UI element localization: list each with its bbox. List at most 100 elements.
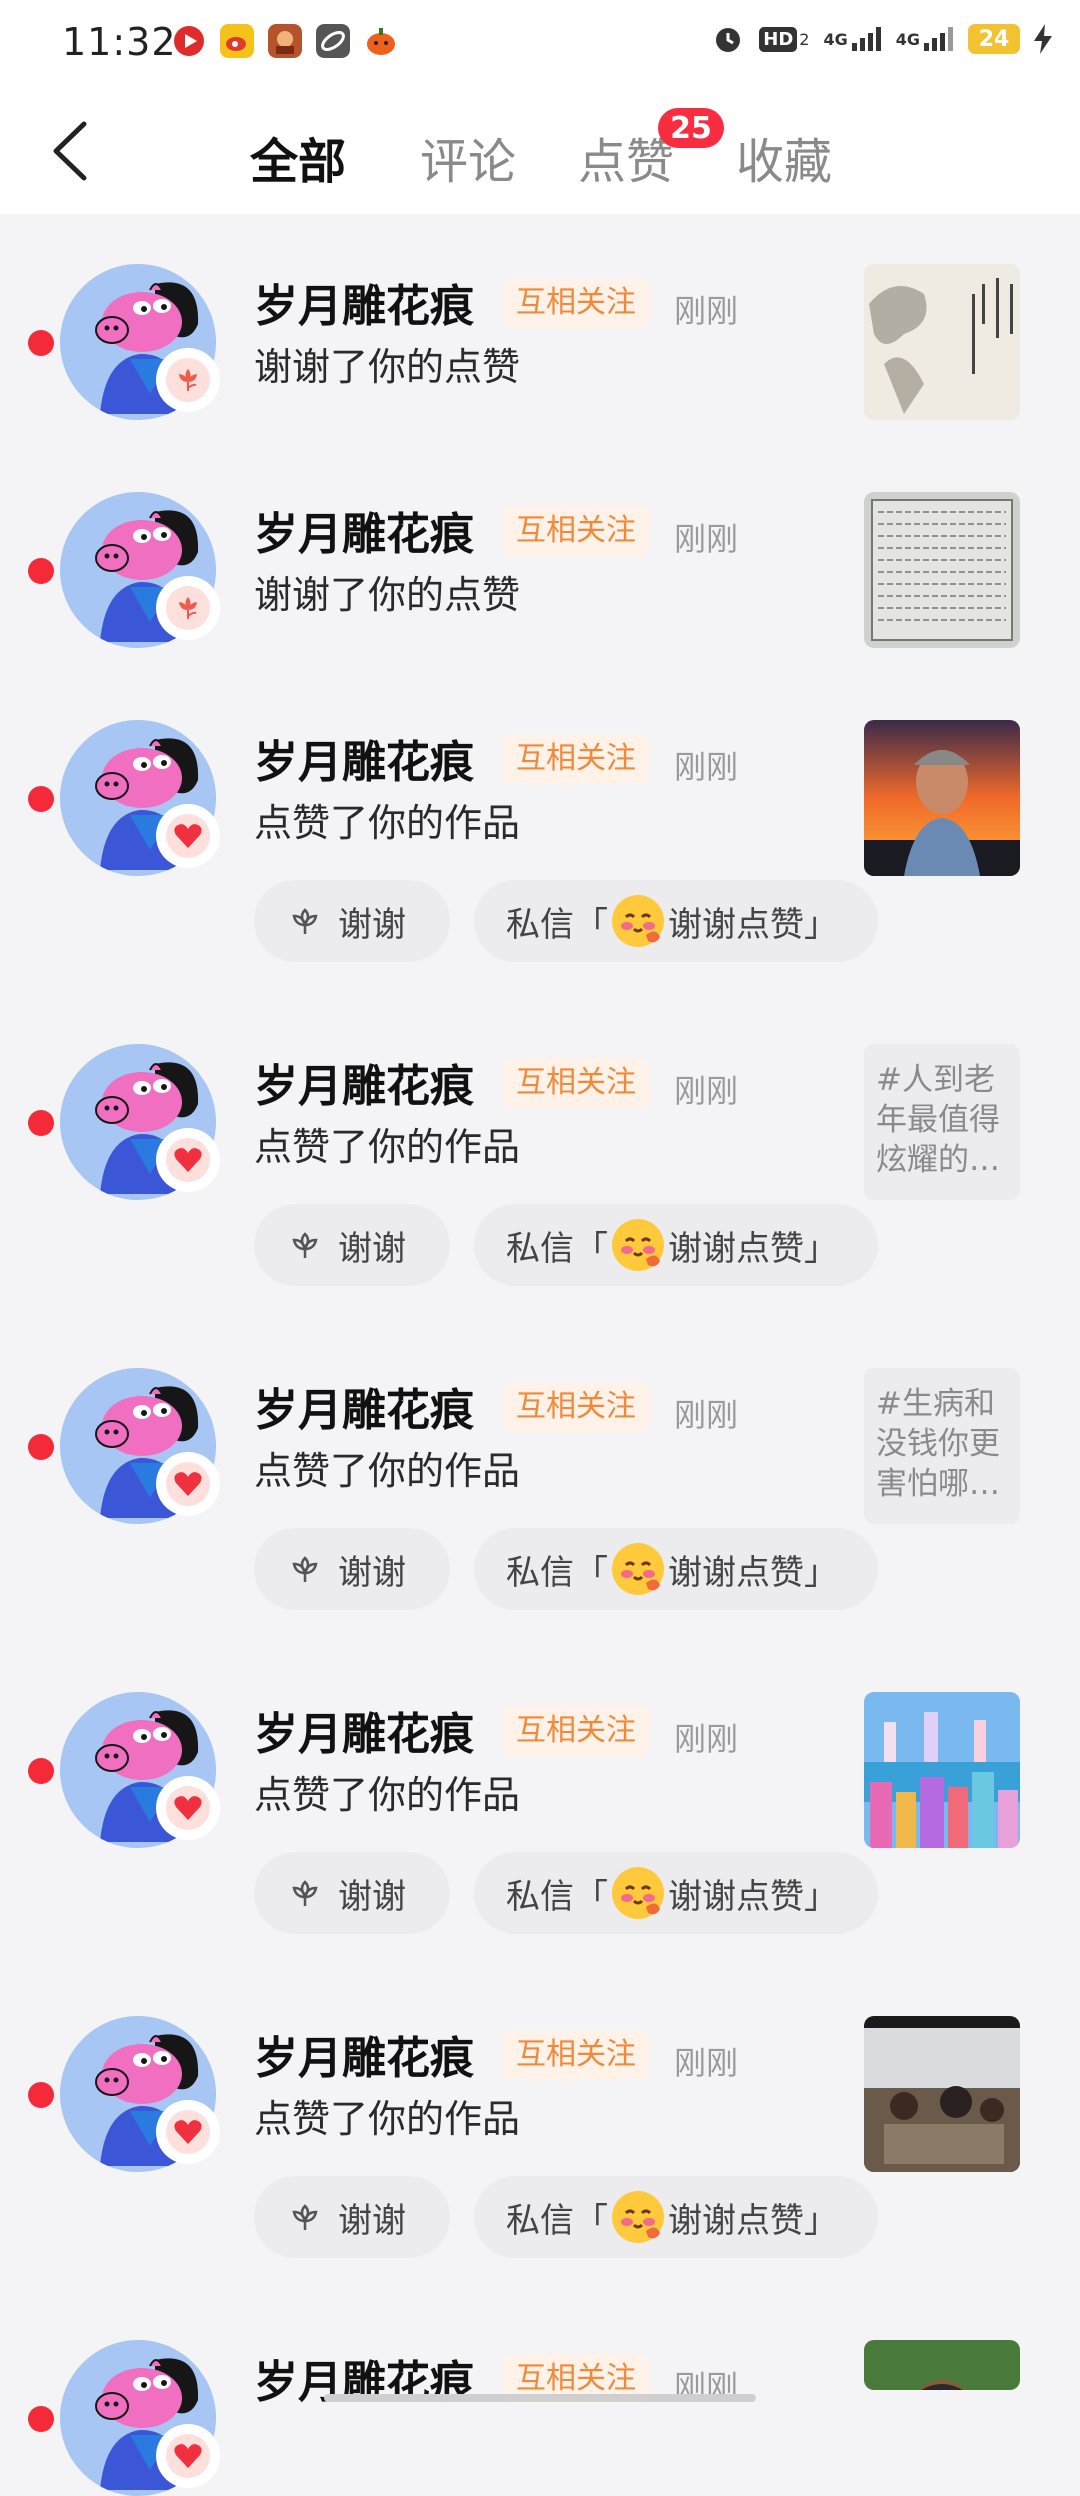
notification-item[interactable]: 岁月雕花痕 互相关注 刚刚谢谢了你的点赞 — [0, 442, 1080, 670]
timestamp: 刚刚 — [674, 1720, 739, 1758]
user-name[interactable]: 岁月雕花痕 — [254, 1698, 474, 1762]
blush-emoji-icon — [612, 1867, 664, 1919]
unread-dot — [28, 786, 54, 812]
blush-emoji-icon — [612, 1543, 664, 1595]
status-bar: 11:32 HD 2 4G 4G 24 — [0, 0, 1080, 86]
post-thumbnail[interactable] — [864, 264, 1020, 420]
notification-item[interactable]: 岁月雕花痕 互相关注 刚刚点赞了你的作品 #人到老年最值得炫耀的… 谢谢 私信「 谢谢点赞」 — [0, 994, 1080, 1318]
user-name[interactable]: 岁月雕花痕 — [254, 1374, 474, 1438]
post-thumbnail[interactable] — [864, 1692, 1020, 1848]
home-indicator — [324, 2394, 756, 2402]
heart-icon — [156, 1128, 220, 1192]
weibo-app-icon — [220, 24, 254, 58]
dm-text: 谢谢点赞」 — [668, 1552, 838, 1593]
timestamp: 刚刚 — [674, 2044, 739, 2082]
dm-text: 谢谢点赞」 — [668, 2200, 838, 2241]
status-app-icons — [172, 24, 398, 58]
notification-item[interactable]: 岁月雕花痕 互相关注 刚刚点赞了你的作品谢谢 私信「 谢谢点赞」 — [0, 1642, 1080, 1966]
alarm-icon — [716, 28, 741, 52]
status-time: 11:32 — [62, 20, 177, 64]
action-text: 谢谢了你的点赞 — [254, 573, 521, 617]
dm-prefix: 私信「 — [506, 1876, 608, 1917]
dm-thanks-button[interactable]: 私信「 谢谢点赞」 — [474, 2176, 878, 2258]
post-thumbnail[interactable] — [864, 2016, 1020, 2172]
top-nav: 全部 评论 点赞 25 收藏 — [0, 86, 1080, 214]
tab-favorites[interactable]: 收藏 — [736, 122, 832, 192]
timestamp: 刚刚 — [674, 520, 739, 558]
mutual-follow-tag: 互相关注 — [502, 734, 650, 784]
post-thumbnail[interactable]: #人到老年最值得炫耀的… — [864, 1044, 1020, 1200]
pumpkin-app-icon — [367, 28, 395, 55]
thanks-button[interactable]: 谢谢 — [254, 1204, 450, 1286]
dm-thanks-button[interactable]: 私信「 谢谢点赞」 — [474, 1852, 878, 1934]
user-name[interactable]: 岁月雕花痕 — [254, 2022, 474, 2086]
thanks-label: 谢谢 — [338, 1876, 406, 1917]
dm-prefix: 私信「 — [506, 1552, 608, 1593]
dm-thanks-button[interactable]: 私信「 谢谢点赞」 — [474, 1528, 878, 1610]
action-text: 点赞了你的作品 — [254, 1125, 521, 1169]
action-text: 点赞了你的作品 — [254, 1773, 521, 1817]
signal-icon-2: 4G — [896, 22, 954, 56]
mutual-follow-tag: 互相关注 — [502, 1058, 650, 1108]
flower-icon — [156, 576, 220, 640]
charging-icon — [1034, 24, 1052, 54]
heart-icon — [156, 804, 220, 868]
action-text: 点赞了你的作品 — [254, 1449, 521, 1493]
user-name[interactable]: 岁月雕花痕 — [254, 726, 474, 790]
mutual-follow-tag: 互相关注 — [502, 1382, 650, 1432]
action-text: 点赞了你的作品 — [254, 2097, 521, 2141]
flower-outline-icon — [292, 1232, 318, 1258]
battery-icon: 24 — [968, 24, 1020, 54]
dm-text: 谢谢点赞」 — [668, 1876, 838, 1917]
thanks-button[interactable]: 谢谢 — [254, 2176, 450, 2258]
mutual-follow-tag: 互相关注 — [502, 506, 650, 556]
thanks-button[interactable]: 谢谢 — [254, 1852, 450, 1934]
notification-item[interactable]: 岁月雕花痕 互相关注 刚刚点赞了你的作品谢谢 私信「 谢谢点赞」 — [0, 1966, 1080, 2290]
notification-list: 岁月雕花痕 互相关注 刚刚 谢谢了你的点赞 岁月雕花痕 互相关注 刚刚 谢谢了你的点赞 岁月雕花… — [0, 214, 1080, 2496]
post-thumbnail[interactable] — [864, 492, 1020, 648]
post-thumbnail[interactable] — [864, 2340, 1020, 2390]
link-app-icon — [316, 24, 350, 58]
dm-prefix: 私信「 — [506, 904, 608, 945]
notification-item[interactable]: 岁月雕花痕 互相关注 刚刚 — [0, 2290, 1080, 2496]
flower-icon — [156, 348, 220, 412]
blush-emoji-icon — [612, 1219, 664, 1271]
user-name[interactable]: 岁月雕花痕 — [254, 1050, 474, 1114]
thanks-label: 谢谢 — [338, 1552, 406, 1593]
tab-all[interactable]: 全部 — [250, 122, 346, 192]
dm-prefix: 私信「 — [506, 2200, 608, 2241]
unread-dot — [28, 1110, 54, 1136]
user-name[interactable]: 岁月雕花痕 — [254, 270, 474, 334]
unread-dot — [28, 1758, 54, 1784]
thanks-label: 谢谢 — [338, 2200, 406, 2241]
flower-outline-icon — [292, 1880, 318, 1906]
back-button[interactable] — [40, 116, 100, 186]
action-text: 点赞了你的作品 — [254, 801, 521, 845]
heart-icon — [156, 2424, 220, 2488]
dm-thanks-button[interactable]: 私信「 谢谢点赞」 — [474, 880, 878, 962]
mutual-follow-tag: 互相关注 — [502, 1706, 650, 1756]
thanks-button[interactable]: 谢谢 — [254, 1528, 450, 1610]
flower-outline-icon — [292, 908, 318, 934]
dm-thanks-button[interactable]: 私信「 谢谢点赞」 — [474, 1204, 878, 1286]
unread-dot — [28, 1434, 54, 1460]
blush-emoji-icon — [612, 895, 664, 947]
unread-dot — [28, 2082, 54, 2108]
timestamp: 刚刚 — [674, 1396, 739, 1434]
dm-text: 谢谢点赞」 — [668, 1228, 838, 1269]
tab-comments[interactable]: 评论 — [420, 122, 516, 192]
notification-item[interactable]: 岁月雕花痕 互相关注 刚刚点赞了你的作品 #生病和没钱你更害怕哪… 谢谢 私信「 谢谢点赞」 — [0, 1318, 1080, 1642]
video-app-icon — [174, 26, 204, 56]
notification-item[interactable]: 岁月雕花痕 互相关注 刚刚 点赞了你的作品 谢谢 私信「 谢谢点赞」 — [0, 670, 1080, 994]
post-thumbnail[interactable] — [864, 720, 1020, 876]
mutual-follow-tag: 互相关注 — [502, 278, 650, 328]
user-name[interactable]: 岁月雕花痕 — [254, 498, 474, 562]
thanks-button[interactable]: 谢谢 — [254, 880, 450, 962]
post-thumbnail[interactable]: #生病和没钱你更害怕哪… — [864, 1368, 1020, 1524]
unread-dot — [28, 558, 54, 584]
mutual-follow-tag: 互相关注 — [502, 2030, 650, 2080]
likes-count-badge: 25 — [658, 108, 724, 148]
unread-dot — [28, 2406, 54, 2432]
timestamp: 刚刚 — [674, 1072, 739, 1110]
notification-item[interactable]: 岁月雕花痕 互相关注 刚刚 谢谢了你的点赞 — [0, 214, 1080, 442]
